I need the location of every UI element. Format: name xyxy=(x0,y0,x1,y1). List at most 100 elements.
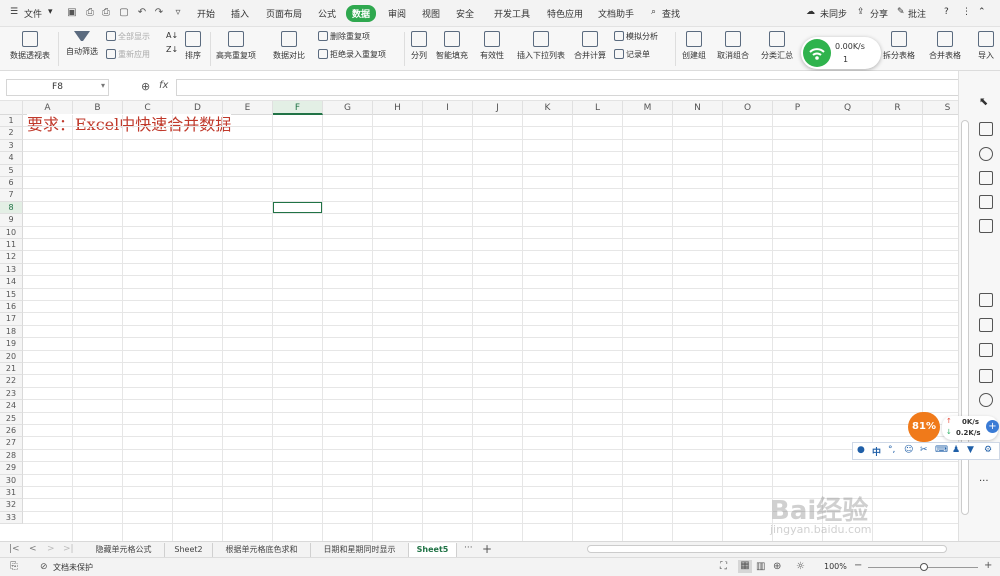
pivot-table-button[interactable]: 数据透视表 xyxy=(8,31,52,61)
sync-status[interactable]: 未同步 xyxy=(820,7,847,20)
compare-button[interactable]: 数据对比 xyxy=(270,31,308,61)
row-header[interactable]: 14 xyxy=(0,276,23,289)
menu-page-layout[interactable]: 页面布局 xyxy=(266,7,302,20)
row-header[interactable]: 3 xyxy=(0,139,23,153)
help-icon[interactable]: ? xyxy=(944,7,949,17)
show-all-button[interactable]: 全部显示 xyxy=(106,31,150,42)
row-header[interactable]: 15 xyxy=(0,288,23,301)
column-header[interactable]: C xyxy=(123,101,173,115)
sort-desc-icon[interactable]: Z↓ xyxy=(166,45,178,54)
name-box[interactable]: F8 xyxy=(6,79,109,96)
expand-icon[interactable]: + xyxy=(986,420,999,433)
highlight-dup-button[interactable]: 高亮重复项 xyxy=(214,31,258,61)
scissors-icon[interactable]: ✂ xyxy=(920,445,928,455)
row-header[interactable]: 20 xyxy=(0,350,23,363)
zoom-out-icon[interactable]: − xyxy=(854,560,862,571)
column-header[interactable]: K xyxy=(523,101,573,115)
column-header[interactable]: P xyxy=(773,101,823,115)
menu-home[interactable]: 开始 xyxy=(197,7,215,20)
table-icon[interactable] xyxy=(979,171,993,185)
customize-icon[interactable]: ▿ xyxy=(172,7,184,19)
row-header[interactable]: 21 xyxy=(0,363,23,376)
sort-asc-icon[interactable]: A↓ xyxy=(166,31,178,40)
print-preview-icon[interactable]: ⎙ xyxy=(84,7,96,19)
image-icon[interactable] xyxy=(979,369,993,383)
menu-insert[interactable]: 插入 xyxy=(231,7,249,20)
row-header[interactable]: 24 xyxy=(0,400,23,413)
column-header[interactable]: L xyxy=(573,101,623,115)
keyboard-icon[interactable]: ⌨ xyxy=(935,445,948,455)
fx-icon[interactable]: fx xyxy=(159,80,168,91)
share-button[interactable]: 分享 xyxy=(870,7,888,20)
insert-dropdown-button[interactable]: 插入下拉列表 xyxy=(515,31,567,61)
last-sheet-icon[interactable]: >| xyxy=(63,544,74,554)
first-sheet-icon[interactable]: |< xyxy=(9,544,20,554)
reject-dup-button[interactable]: 拒绝录入重复项 xyxy=(318,49,386,60)
column-header[interactable]: J xyxy=(473,101,523,115)
archive-icon[interactable] xyxy=(979,343,993,357)
what-if-button[interactable]: 模拟分析 xyxy=(614,31,658,42)
column-header[interactable]: M xyxy=(623,101,673,115)
row-header[interactable]: 29 xyxy=(0,462,23,475)
menu-security[interactable]: 安全 xyxy=(456,7,474,20)
menu-developer[interactable]: 开发工具 xyxy=(494,7,530,20)
menu-formula[interactable]: 公式 xyxy=(318,7,336,20)
more-icon[interactable]: ⋮ xyxy=(962,7,971,17)
chevron-down-icon[interactable]: ▾ xyxy=(48,7,53,17)
search-icon[interactable]: ⌕ xyxy=(651,7,656,17)
comment-icon[interactable]: ✎ xyxy=(897,7,905,17)
column-header[interactable]: R xyxy=(873,101,923,115)
add-sheet-icon[interactable]: + xyxy=(482,542,492,556)
menu-features[interactable]: 特色应用 xyxy=(547,7,583,20)
next-sheet-icon[interactable]: > xyxy=(47,544,55,554)
backup-icon[interactable] xyxy=(979,393,993,407)
sort-button[interactable]: 排序 xyxy=(181,31,205,61)
search-label[interactable]: 查找 xyxy=(662,7,680,20)
row-header[interactable]: 9 xyxy=(0,214,23,227)
menu-review[interactable]: 审阅 xyxy=(388,7,406,20)
protect-status[interactable]: 文档未保护 xyxy=(53,562,93,573)
merge-table-button[interactable]: 合并表格 xyxy=(926,31,964,61)
row-header[interactable]: 26 xyxy=(0,425,23,438)
row-header[interactable]: 6 xyxy=(0,177,23,190)
import-button[interactable]: 导入 xyxy=(974,31,998,61)
column-header[interactable]: O xyxy=(723,101,773,115)
cell-a1[interactable]: 要求：Excel中快速合并数据 xyxy=(27,114,232,136)
menu-file[interactable]: 文件 xyxy=(24,7,42,20)
menu-view[interactable]: 视图 xyxy=(422,7,440,20)
zoom-level[interactable]: 100% xyxy=(824,562,847,571)
cloud-icon[interactable]: ☁ xyxy=(806,7,815,17)
sheet-tab-active[interactable]: Sheet5 xyxy=(409,543,457,557)
zoom-in-icon[interactable]: + xyxy=(984,560,992,571)
more-icon[interactable]: ··· xyxy=(979,476,993,490)
person-icon[interactable]: ♟ xyxy=(952,445,960,455)
row-header[interactable]: 4 xyxy=(0,152,23,165)
formula-input[interactable] xyxy=(176,79,968,96)
speed-widget[interactable]: 81% ↑ 0K/s ↓ 0.2K/s + xyxy=(908,412,999,442)
autofilter-button[interactable]: 自动筛选 xyxy=(64,31,100,57)
subtotal-button[interactable]: 分类汇总 xyxy=(760,31,794,61)
row-header[interactable]: 5 xyxy=(0,164,23,177)
style-icon[interactable] xyxy=(979,147,993,161)
template-icon[interactable] xyxy=(979,122,993,136)
punctuation-icon[interactable]: °, xyxy=(888,445,895,455)
comment-button[interactable]: 批注 xyxy=(908,7,926,20)
sheet-tab[interactable]: 隐藏单元格公式 xyxy=(83,543,165,557)
row-header[interactable]: 13 xyxy=(0,263,23,277)
column-header[interactable]: N xyxy=(673,101,723,115)
share-icon[interactable]: ⇪ xyxy=(857,7,865,17)
shirt-icon[interactable]: ▼ xyxy=(967,445,974,455)
row-header[interactable]: 25 xyxy=(0,412,23,425)
row-header[interactable]: 22 xyxy=(0,375,23,388)
normal-view-icon[interactable]: ▦ xyxy=(738,560,752,573)
column-header[interactable]: E xyxy=(223,101,273,115)
column-header[interactable]: I xyxy=(423,101,473,115)
apps-icon[interactable] xyxy=(979,195,993,209)
group-button[interactable]: 创建组 xyxy=(680,31,708,61)
sheet-tab[interactable]: 根据单元格底色求和 xyxy=(213,543,311,557)
column-header[interactable]: Q xyxy=(823,101,873,115)
sheet-tab[interactable]: Sheet2 xyxy=(165,543,213,557)
chart-icon[interactable] xyxy=(979,219,993,233)
column-header[interactable]: B xyxy=(73,101,123,115)
row-header[interactable]: 11 xyxy=(0,239,23,252)
